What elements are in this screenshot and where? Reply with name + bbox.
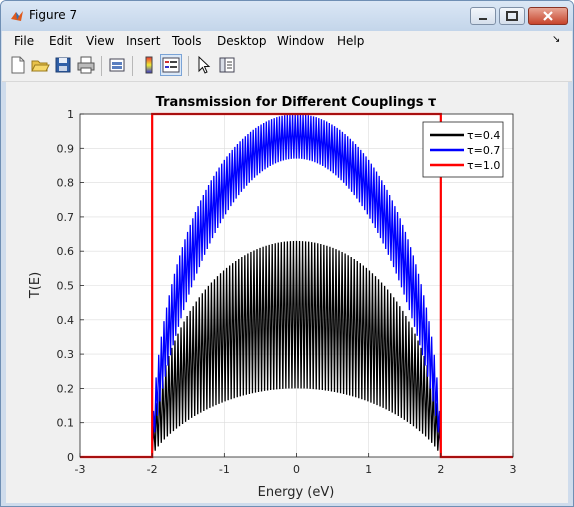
figure-toolbar xyxy=(2,51,572,82)
maximize-icon xyxy=(506,11,518,21)
x-tick-label: -3 xyxy=(75,463,86,476)
y-axis-label: T(E) xyxy=(28,272,43,299)
menu-dock-arrow-icon[interactable]: ↘ xyxy=(552,34,560,45)
figure-canvas: -3 -2 -1 0 1 2 3 0 0.1 0.2 0.3 0.4 0.5 0.6 0.7 0.8 0.9 1 … xyxy=(6,82,568,503)
menu-tools[interactable]: Tools xyxy=(172,34,202,48)
open-file-icon[interactable] xyxy=(30,55,50,75)
minimize-icon xyxy=(479,18,487,20)
x-tick-label: 0 xyxy=(293,463,300,476)
toolbar-separator xyxy=(101,56,102,76)
link-plot-icon[interactable] xyxy=(107,55,127,75)
y-tick-label: 0.6 xyxy=(57,245,75,258)
window-title: Figure 7 xyxy=(29,8,78,22)
x-tick-label: -1 xyxy=(219,463,230,476)
close-button[interactable] xyxy=(528,7,568,25)
x-tick-label: 1 xyxy=(365,463,372,476)
y-tick-label: 0.3 xyxy=(57,348,75,361)
menu-edit[interactable]: Edit xyxy=(49,34,72,48)
print-icon[interactable] xyxy=(76,55,96,75)
legend-entry-label: τ=0.7 xyxy=(467,144,500,157)
y-tick-label: 0.7 xyxy=(57,211,75,224)
save-icon[interactable] xyxy=(53,55,73,75)
menu-window[interactable]: Window xyxy=(277,34,324,48)
legend[interactable]: τ=0.4 τ=0.7 τ=1.0 xyxy=(422,121,504,178)
legend-entry-label: τ=0.4 xyxy=(467,129,500,142)
y-tick-label: 0.4 xyxy=(57,314,75,327)
close-icon xyxy=(543,11,553,21)
menu-help[interactable]: Help xyxy=(337,34,364,48)
insert-legend-icon[interactable] xyxy=(160,54,182,76)
maximize-button[interactable] xyxy=(499,7,525,25)
figure-window: Figure 7 File Edit View Insert Tools Des… xyxy=(0,0,574,507)
chart-title: Transmission for Different Couplings τ xyxy=(156,95,437,110)
new-figure-icon[interactable] xyxy=(8,55,28,75)
toolbar-separator xyxy=(188,56,189,76)
x-tick-label: 2 xyxy=(437,463,444,476)
y-tick-label: 0.9 xyxy=(57,142,75,155)
menu-desktop[interactable]: Desktop xyxy=(217,34,267,48)
y-tick-label: 0.2 xyxy=(57,382,75,395)
toolbar-separator xyxy=(132,56,133,76)
transmission-chart: -3 -2 -1 0 1 2 300.10.20.30.40.50.60.70.80.91 … xyxy=(28,95,517,500)
matlab-icon xyxy=(11,11,23,21)
insert-colorbar-icon[interactable] xyxy=(139,55,159,75)
y-tick-label: 0.5 xyxy=(57,280,75,293)
x-tick-label: -2 xyxy=(147,463,158,476)
property-editor-icon[interactable] xyxy=(217,55,237,75)
x-axis-label: Energy (eV) xyxy=(258,485,335,500)
menu-file[interactable]: File xyxy=(14,34,34,48)
minimize-button[interactable] xyxy=(470,7,496,25)
x-tick-label: 3 xyxy=(510,463,517,476)
y-tick-label: 0 xyxy=(67,451,74,464)
legend-entry-label: τ=1.0 xyxy=(467,159,500,172)
menu-insert[interactable]: Insert xyxy=(126,34,160,48)
menu-bar: File Edit View Insert Tools Desktop Wind… xyxy=(2,31,572,51)
title-bar[interactable]: Figure 7 xyxy=(1,1,573,31)
y-tick-label: 1 xyxy=(67,108,74,121)
y-tick-label: 0.1 xyxy=(57,417,75,430)
menu-view[interactable]: View xyxy=(86,34,114,48)
pointer-icon[interactable] xyxy=(194,55,214,75)
y-tick-label: 0.8 xyxy=(57,177,75,190)
